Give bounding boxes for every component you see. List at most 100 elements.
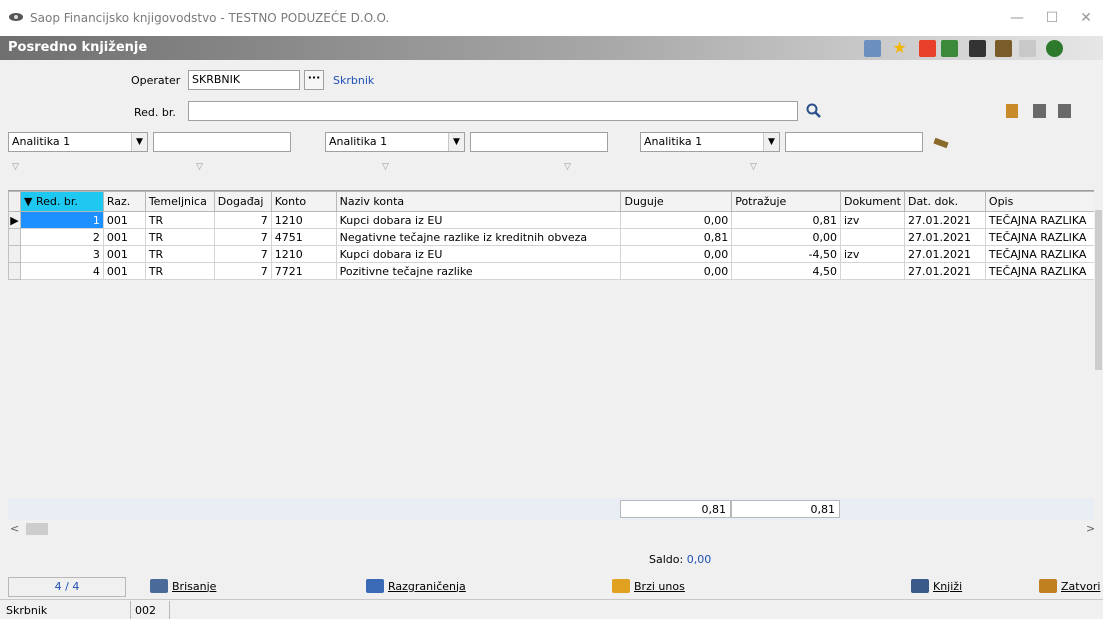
cell-duguje[interactable]: 0,00	[620, 245, 733, 263]
column-header-dogadaj[interactable]: Događaj	[213, 191, 272, 212]
cell-dogadaj[interactable]: 7	[213, 211, 272, 229]
analitika-3-select[interactable]: Analitika 1 ▼	[640, 132, 780, 152]
cell-konto[interactable]: 4751	[270, 228, 337, 246]
cell-datum[interactable]: 27.01.2021	[903, 262, 986, 280]
analitika-2-select[interactable]: Analitika 1 ▼	[325, 132, 465, 152]
cell-dogadaj[interactable]: 7	[213, 245, 272, 263]
cell-naziv[interactable]: Kupci dobara iz EU	[335, 245, 622, 263]
table-row[interactable]: 4 001 TR 7 7721 Pozitivne tečajne razlik…	[8, 262, 1097, 280]
cell-opis[interactable]: TEČAJNA RAZLIKA	[984, 262, 1097, 280]
edit-document-icon[interactable]	[1033, 104, 1046, 118]
cell-potrazuje[interactable]: 4,50	[731, 262, 841, 280]
brisanje-button[interactable]: Brisanje	[150, 577, 216, 595]
razgranicenja-button[interactable]: Razgraničenja	[366, 577, 466, 595]
cell-naziv[interactable]: Pozitivne tečajne razlike	[335, 262, 622, 280]
cell-potrazuje[interactable]: -4,50	[731, 245, 841, 263]
scroll-right-arrow-icon[interactable]: >	[1086, 522, 1095, 535]
cell-duguje[interactable]: 0,00	[620, 262, 733, 280]
cell-datum[interactable]: 27.01.2021	[903, 211, 986, 229]
cell-naziv[interactable]: Negativne tečajne razlike iz kreditnih o…	[335, 228, 622, 246]
column-header-duguje[interactable]: Duguje	[620, 191, 733, 212]
analitika-1-select[interactable]: Analitika 1 ▼	[8, 132, 148, 152]
cell-duguje[interactable]: 0,81	[620, 228, 733, 246]
filter-icon[interactable]: ▽	[382, 162, 396, 176]
grid-settings-icon[interactable]	[864, 40, 881, 57]
cell-redbr[interactable]: 2	[19, 228, 104, 246]
column-header-konto[interactable]: Konto	[270, 191, 337, 212]
cell-redbr[interactable]: 4	[19, 262, 104, 280]
filter-icon[interactable]: ▽	[750, 162, 764, 176]
cell-opis[interactable]: TEČAJNA RAZLIKA	[984, 228, 1097, 246]
exit-door-icon[interactable]	[1046, 40, 1063, 57]
column-header-dokument[interactable]: Dokument	[839, 191, 905, 212]
brzi-unos-button[interactable]: Brzi unos	[612, 577, 685, 595]
analitika-2-input[interactable]	[470, 132, 608, 152]
horizontal-scroll-thumb[interactable]	[26, 523, 48, 535]
table-row[interactable]: 3 001 TR 7 1210 Kupci dobara iz EU 0,00 …	[8, 245, 1097, 263]
cell-dogadaj[interactable]: 7	[213, 262, 272, 280]
analitika-1-input[interactable]	[153, 132, 291, 152]
filter-icon[interactable]: ▽	[12, 162, 26, 176]
cell-raz[interactable]: 001	[102, 262, 146, 280]
filter-icon[interactable]: ▽	[564, 162, 578, 176]
vertical-scroll-thumb[interactable]	[1095, 210, 1102, 370]
maximize-button[interactable]: ☐	[1040, 6, 1064, 30]
column-header-temeljnica[interactable]: Temeljnica	[144, 191, 215, 212]
scroll-left-arrow-icon[interactable]: <	[10, 522, 19, 535]
operater-ellipsis-button[interactable]: ···	[304, 70, 324, 90]
cell-konto[interactable]: 1210	[270, 245, 337, 263]
cell-redbr[interactable]: 3	[19, 245, 104, 263]
cell-temeljnica[interactable]: TR	[144, 245, 215, 263]
cell-datum[interactable]: 27.01.2021	[903, 245, 986, 263]
cell-dokument[interactable]: izv	[839, 211, 905, 229]
knjizi-button[interactable]: Knjiži	[911, 577, 962, 595]
filter-icon[interactable]: ▽	[196, 162, 210, 176]
column-header-potrazuje[interactable]: Potražuje	[731, 191, 841, 212]
cell-temeljnica[interactable]: TR	[144, 262, 215, 280]
cell-dokument[interactable]	[839, 262, 905, 280]
eraser-icon[interactable]	[933, 137, 949, 149]
cell-opis[interactable]: TEČAJNA RAZLIKA	[984, 245, 1097, 263]
cell-redbr[interactable]: 1	[19, 211, 104, 229]
cell-opis[interactable]: TEČAJNA RAZLIKA	[984, 211, 1097, 229]
cell-datum[interactable]: 27.01.2021	[903, 228, 986, 246]
column-header-redbr[interactable]: ▼ Red. br.	[19, 191, 104, 212]
table-row[interactable]: ▶ 1 001 TR 7 1210 Kupci dobara iz EU 0,0…	[8, 211, 1097, 229]
pdf-icon[interactable]	[919, 40, 936, 57]
delete-document-icon[interactable]	[1058, 104, 1071, 118]
vertical-scrollbar[interactable]	[1094, 190, 1103, 520]
close-button[interactable]: ✕	[1074, 6, 1098, 30]
cell-dokument[interactable]	[839, 228, 905, 246]
paste-icon[interactable]	[1019, 40, 1036, 57]
table-row[interactable]: 2 001 TR 7 4751 Negativne tečajne razlik…	[8, 228, 1097, 246]
new-document-icon[interactable]	[1006, 104, 1018, 118]
print-icon[interactable]	[969, 40, 986, 57]
redbr-input[interactable]	[188, 101, 798, 121]
search-icon[interactable]	[806, 103, 822, 119]
favorite-star-icon[interactable]: ★	[891, 40, 908, 57]
analitika-3-input[interactable]	[785, 132, 923, 152]
cell-naziv[interactable]: Kupci dobara iz EU	[335, 211, 622, 229]
cell-temeljnica[interactable]: TR	[144, 211, 215, 229]
column-header-raz[interactable]: Raz.	[102, 191, 146, 212]
copy-icon[interactable]	[995, 40, 1012, 57]
cell-raz[interactable]: 001	[102, 211, 146, 229]
horizontal-scrollbar[interactable]: < >	[8, 520, 1103, 538]
zatvori-button[interactable]: Zatvori	[1039, 577, 1100, 595]
cell-potrazuje[interactable]: 0,00	[731, 228, 841, 246]
cell-konto[interactable]: 7721	[270, 262, 337, 280]
excel-icon[interactable]	[941, 40, 958, 57]
cell-raz[interactable]: 001	[102, 228, 146, 246]
cell-duguje[interactable]: 0,00	[620, 211, 733, 229]
column-header-opis[interactable]: Opis	[984, 191, 1097, 212]
cell-dogadaj[interactable]: 7	[213, 228, 272, 246]
cell-potrazuje[interactable]: 0,81	[731, 211, 841, 229]
operater-input[interactable]: SKRBNIK	[188, 70, 300, 90]
column-header-naziv-konta[interactable]: Naziv konta	[335, 191, 622, 212]
cell-raz[interactable]: 001	[102, 245, 146, 263]
cell-dokument[interactable]: izv	[839, 245, 905, 263]
column-header-dat-dok[interactable]: Dat. dok.	[903, 191, 986, 212]
minimize-button[interactable]: —	[1005, 6, 1029, 30]
cell-konto[interactable]: 1210	[270, 211, 337, 229]
cell-temeljnica[interactable]: TR	[144, 228, 215, 246]
